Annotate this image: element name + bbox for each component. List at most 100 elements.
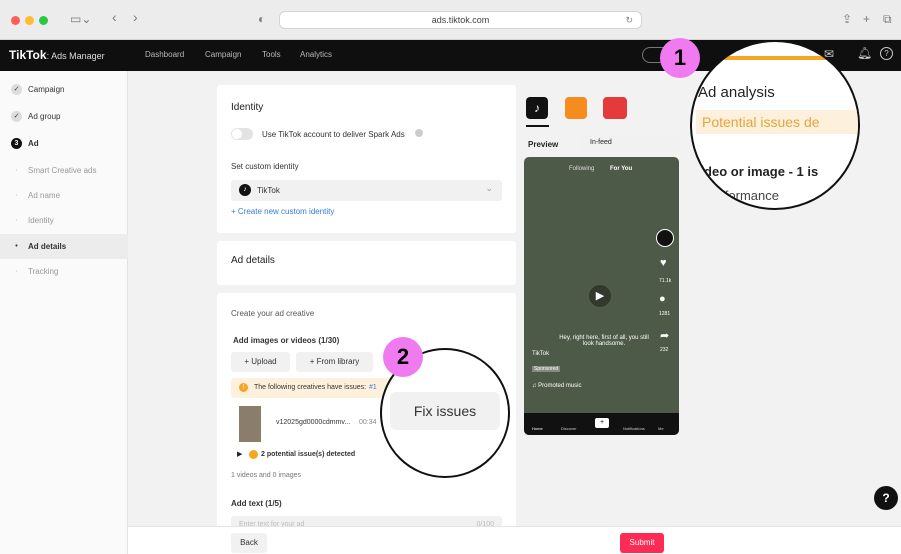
bullet-icon: · bbox=[15, 268, 18, 275]
phone-bottom-nav: Home Discover + Notifications Me bbox=[524, 413, 679, 435]
from-library-button[interactable]: + From library bbox=[296, 352, 373, 372]
step-number: 3 bbox=[11, 138, 22, 149]
sidebar-item-label: Ad group bbox=[28, 112, 61, 121]
ad-details-card: Ad details bbox=[217, 241, 516, 285]
bell-icon[interactable]: 🔔︎ bbox=[857, 46, 872, 60]
identity-select[interactable]: ♪ TikTok ⌄ bbox=[231, 180, 502, 201]
bullet-icon: · bbox=[15, 192, 18, 199]
sidebar-item-campaign[interactable]: ✓ Campaign bbox=[0, 77, 128, 102]
buzzvideo-app-icon[interactable] bbox=[603, 97, 627, 119]
close-window-button[interactable] bbox=[11, 16, 20, 25]
account-name: TikTok bbox=[532, 351, 550, 357]
magnified-ad-analysis: Ad analysis Potential issues de Video or… bbox=[690, 40, 860, 210]
back-button[interactable]: Back bbox=[231, 533, 267, 553]
play-icon[interactable]: ▶ bbox=[589, 285, 611, 307]
video-issue-line: Video or image - 1 is bbox=[692, 164, 819, 179]
sidebar-item-identity[interactable]: · Identity bbox=[0, 208, 128, 233]
spark-ads-toggle[interactable] bbox=[231, 128, 253, 140]
maximize-window-button[interactable] bbox=[39, 16, 48, 25]
file-time: 00:34 bbox=[359, 419, 377, 426]
minimize-window-button[interactable] bbox=[25, 16, 34, 25]
submit-button[interactable]: Submit bbox=[620, 533, 664, 553]
placement-value: In-feed bbox=[590, 139, 612, 146]
tab-following[interactable]: Following bbox=[569, 166, 594, 172]
sidebar-toggle-icon[interactable]: ▭⌄ bbox=[70, 12, 91, 26]
placement-select[interactable]: In-feed bbox=[582, 135, 679, 152]
shield-icon[interactable]: ◐ bbox=[258, 12, 265, 26]
expand-arrow-icon[interactable]: ▶ bbox=[237, 450, 242, 458]
tabs-overview-icon[interactable]: ⧉ bbox=[883, 12, 892, 27]
check-icon: ✓ bbox=[11, 111, 22, 122]
sidebar-item-ad[interactable]: 3 Ad bbox=[0, 131, 128, 156]
forward-arrow-icon[interactable]: › bbox=[133, 9, 138, 25]
create-identity-link[interactable]: + Create new custom identity bbox=[231, 207, 334, 216]
sidebar-item-label: Campaign bbox=[28, 85, 65, 94]
add-media-label: Add images or videos (1/30) bbox=[233, 336, 340, 345]
ad-details-title: Ad details bbox=[231, 255, 275, 266]
upload-button[interactable]: + Upload bbox=[231, 352, 290, 372]
tab-for-you[interactable]: For You bbox=[610, 166, 632, 172]
back-arrow-icon[interactable]: ‹ bbox=[112, 9, 117, 25]
nav-discover[interactable]: Discover bbox=[561, 426, 577, 431]
new-tab-icon[interactable]: + bbox=[863, 12, 870, 26]
ad-analysis-heading: Ad analysis bbox=[698, 84, 775, 101]
sidebar-item-label: Tracking bbox=[28, 267, 59, 276]
create-button[interactable]: + bbox=[595, 418, 609, 428]
nav-dashboard[interactable]: Dashboard bbox=[145, 50, 184, 59]
spark-ads-label: Use TikTok account to deliver Spark Ads bbox=[262, 130, 405, 139]
sidebar-item-ad-group[interactable]: ✓ Ad group bbox=[0, 104, 128, 129]
bullet-icon: · bbox=[15, 217, 18, 224]
nav-analytics[interactable]: Analytics bbox=[300, 50, 332, 59]
comment-icon[interactable]: ● bbox=[659, 293, 666, 305]
share-icon[interactable]: ⇪ bbox=[842, 12, 852, 26]
issue-banner: ! The following creatives have issues: #… bbox=[231, 378, 401, 398]
sponsored-tag: Sponsored bbox=[532, 366, 561, 372]
profile-avatar[interactable] bbox=[656, 229, 674, 247]
help-icon[interactable]: ? bbox=[880, 47, 893, 60]
reload-icon[interactable]: ↻ bbox=[625, 12, 633, 28]
tiktok-avatar-icon: ♪ bbox=[239, 184, 251, 196]
heart-icon[interactable]: ♥ bbox=[660, 257, 667, 269]
sidebar-item-tracking[interactable]: · Tracking bbox=[0, 259, 128, 284]
issue-highlight-text: Potential issues de bbox=[702, 114, 820, 130]
issue-banner-text: The following creatives have issues: bbox=[254, 384, 367, 391]
comments-count: 1281 bbox=[659, 311, 671, 317]
sidebar-item-ad-details[interactable]: • Ad details bbox=[0, 234, 128, 259]
nav-me[interactable]: Me bbox=[658, 426, 664, 431]
chevron-down-icon: ⌄ bbox=[485, 183, 493, 193]
nav-home[interactable]: Home bbox=[532, 426, 543, 431]
sidebar-item-ad-name[interactable]: · Ad name bbox=[0, 183, 128, 208]
share-arrow-icon[interactable]: ➦ bbox=[660, 329, 669, 342]
sidebar-item-label: Ad details bbox=[28, 242, 67, 251]
identity-card: Identity Use TikTok account to deliver S… bbox=[217, 85, 516, 233]
ad-preview-phone: Following For You ▶ ♥ 71.1k ● 1281 ➦ 232… bbox=[524, 157, 679, 435]
info-icon[interactable] bbox=[415, 129, 423, 137]
issues-detected-text: 2 potential issue(s) detected bbox=[261, 451, 356, 458]
help-float-button[interactable]: ? bbox=[874, 486, 898, 510]
caption-text: Hey, right here, first of all, you still… bbox=[559, 335, 649, 347]
video-thumbnail[interactable] bbox=[239, 406, 261, 442]
sidebar-item-smart-creative[interactable]: · Smart Creative ads bbox=[0, 158, 128, 183]
orange-divider bbox=[692, 56, 858, 60]
issue-highlight[interactable]: Potential issues de bbox=[696, 110, 858, 134]
creative-title: Create your ad creative bbox=[231, 309, 315, 318]
tiktok-logo[interactable]: TikTok: Ads Manager bbox=[9, 48, 105, 62]
add-text-label: Add text (1/5) bbox=[231, 499, 282, 508]
pangle-app-icon[interactable] bbox=[565, 97, 587, 119]
bullet-icon: • bbox=[15, 243, 18, 250]
identity-selected-value: TikTok bbox=[257, 186, 280, 195]
browser-toolbar: ▭⌄ ‹ › ◐ ads.tiktok.com ↻ ⇪ + ⧉ bbox=[0, 0, 901, 40]
file-name: v12025gd0000cdmmv... bbox=[276, 419, 351, 426]
footer-bar: Back Submit bbox=[128, 526, 901, 554]
issue-link[interactable]: #1 bbox=[369, 384, 377, 391]
nav-tools[interactable]: Tools bbox=[262, 50, 281, 59]
likes-count: 71.1k bbox=[659, 278, 672, 284]
shares-count: 232 bbox=[660, 347, 669, 353]
nav-notifications[interactable]: Notifications bbox=[623, 426, 645, 431]
sidebar-item-label: Identity bbox=[28, 216, 54, 225]
nav-campaign[interactable]: Campaign bbox=[205, 50, 241, 59]
tiktok-app-icon[interactable]: ♪ bbox=[526, 97, 548, 119]
sidebar-item-label: Ad bbox=[28, 139, 39, 148]
address-bar[interactable]: ads.tiktok.com ↻ bbox=[279, 11, 642, 29]
fix-issues-button[interactable]: Fix issues bbox=[390, 392, 500, 430]
